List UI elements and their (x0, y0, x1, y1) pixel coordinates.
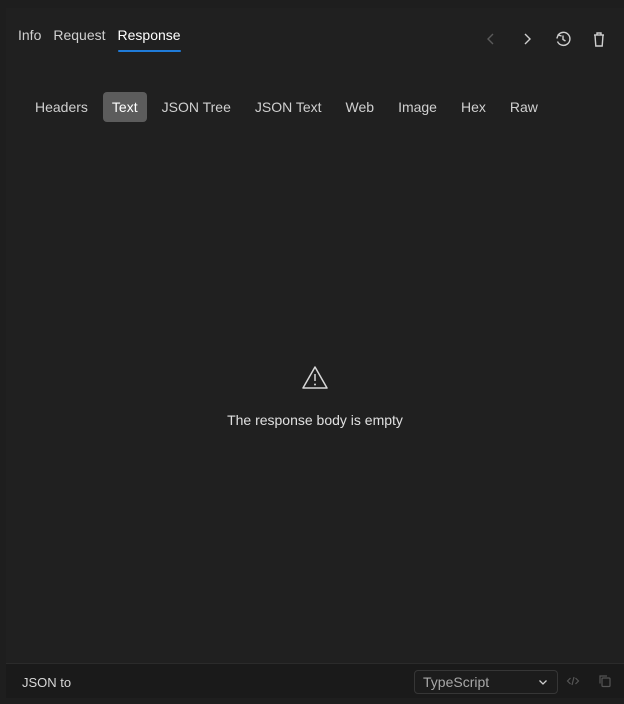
bottom-bar: JSON to TypeScript (6, 663, 624, 698)
sub-tab-bar: Headers Text JSON Tree JSON Text Web Ima… (26, 92, 553, 122)
trash-icon[interactable] (590, 30, 608, 48)
top-tab-bar: Info Request Response (18, 26, 193, 60)
chevron-down-icon (539, 680, 547, 685)
code-icon[interactable] (566, 674, 580, 688)
subtab-headers[interactable]: Headers (26, 92, 97, 122)
tab-request[interactable]: Request (53, 26, 105, 54)
tab-response[interactable]: Response (117, 26, 181, 54)
history-icon[interactable] (554, 30, 572, 48)
subtab-json-text[interactable]: JSON Text (246, 92, 331, 122)
subtab-image[interactable]: Image (389, 92, 446, 122)
bottom-actions (566, 674, 612, 688)
subtab-text[interactable]: Text (102, 92, 147, 122)
subtab-hex[interactable]: Hex (452, 92, 495, 122)
subtab-raw[interactable]: Raw (501, 92, 547, 122)
response-panel: Info Request Response Headers Text JSON … (6, 8, 624, 698)
empty-message: The response body is empty (227, 412, 403, 428)
top-actions (482, 30, 608, 48)
language-value: TypeScript (423, 674, 490, 690)
chevron-right-icon[interactable] (518, 30, 536, 48)
chevron-left-icon[interactable] (482, 30, 500, 48)
copy-icon[interactable] (598, 674, 612, 688)
subtab-web[interactable]: Web (337, 92, 384, 122)
json-to-label: JSON to (22, 675, 72, 690)
empty-state: The response body is empty (6, 364, 624, 428)
language-select[interactable]: TypeScript (414, 670, 558, 694)
subtab-json-tree[interactable]: JSON Tree (153, 92, 240, 122)
warning-icon (302, 366, 328, 389)
tab-info[interactable]: Info (18, 26, 41, 54)
